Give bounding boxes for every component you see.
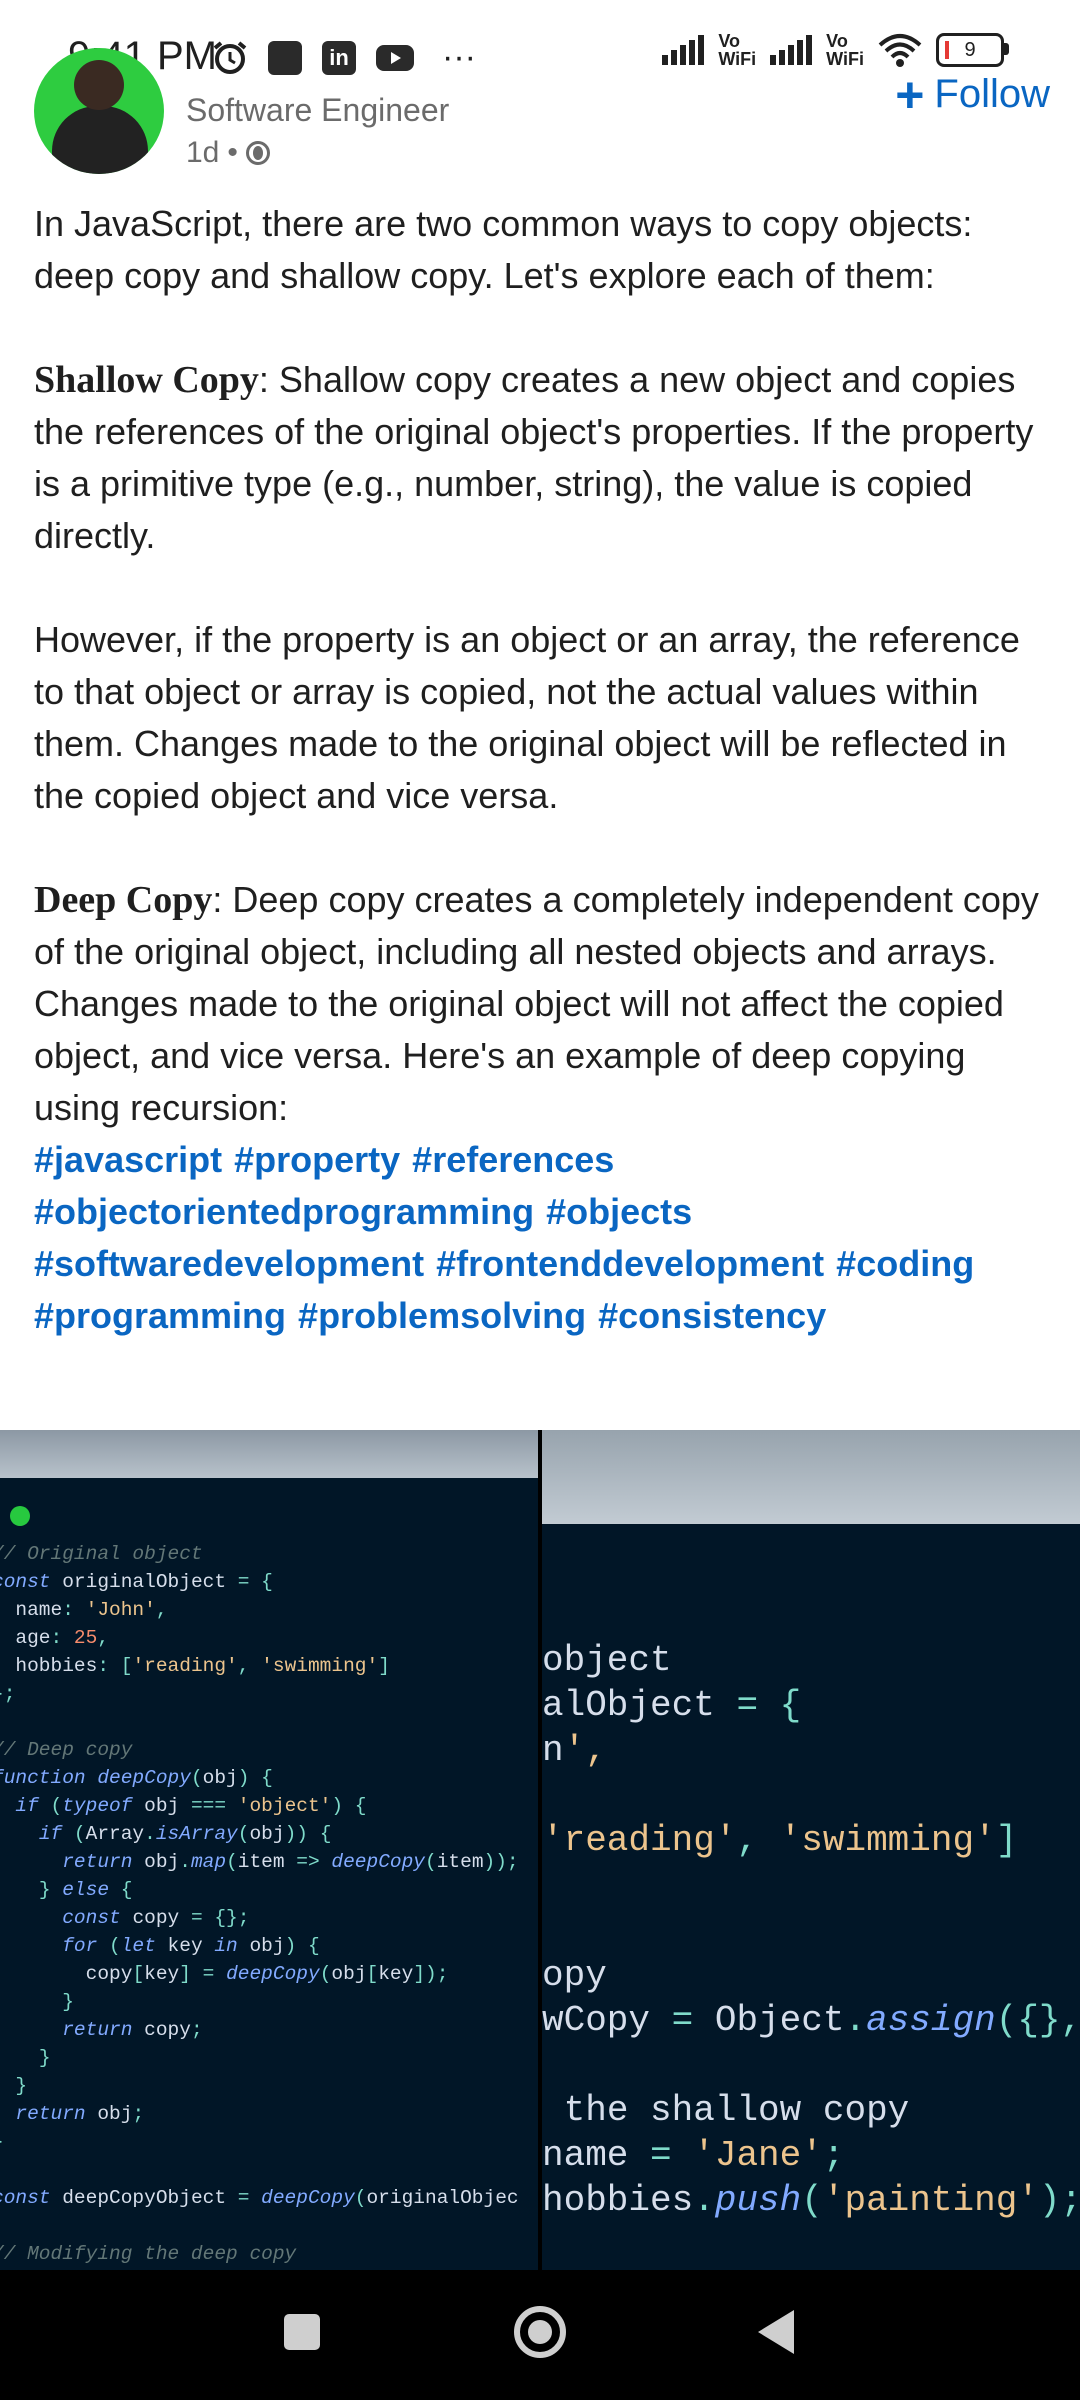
post-meta: 1d • xyxy=(186,136,270,170)
code-line: copy[key] = deepCopy(obj[key]); xyxy=(85,1963,449,1985)
code-line: return obj; xyxy=(15,2103,145,2125)
hashtag[interactable]: #frontenddevelopment xyxy=(436,1243,824,1284)
signal-icon xyxy=(662,35,705,65)
code-line: if (typeof obj === 'object') { xyxy=(15,1795,367,1817)
vowifi-label: Vo WiFi xyxy=(718,31,757,69)
code-line: } xyxy=(38,2047,51,2069)
recents-button[interactable] xyxy=(284,2314,320,2350)
code-line: const originalObject = { xyxy=(0,1571,273,1593)
code-line: const deepCopyObject = deepCopy(original… xyxy=(0,2187,519,2209)
code-line: name = 'Jane'; xyxy=(542,2135,845,2176)
signal-icon-2 xyxy=(770,35,813,65)
hashtag[interactable]: #softwaredevelopment xyxy=(34,1243,424,1284)
hashtag[interactable]: #property xyxy=(234,1139,400,1180)
code-line: hobbies: ['reading', 'swimming'] xyxy=(15,1655,390,1677)
hashtag[interactable]: #coding xyxy=(836,1243,974,1284)
meta-separator: • xyxy=(227,136,238,169)
plus-icon: + xyxy=(895,66,925,123)
navigation-bar xyxy=(0,2270,1080,2400)
code-line: alObject = { xyxy=(542,1685,802,1726)
post-shallow: Shallow Copy: Shallow copy creates a new… xyxy=(34,354,1050,562)
code-line: return obj.map(item => deepCopy(item)); xyxy=(62,1851,519,1873)
code-line: object xyxy=(542,1640,672,1681)
code-left: // Original object const originalObject =… xyxy=(0,1540,519,2268)
alarm-icon xyxy=(213,40,247,74)
more-dots-icon: ··· xyxy=(442,38,476,76)
avatar[interactable] xyxy=(34,48,164,174)
system-icons: Vo WiFi Vo WiFi 9 xyxy=(662,31,1009,69)
window-titlebar xyxy=(0,1430,538,1478)
globe-icon xyxy=(245,141,270,165)
vowifi-label-2: Vo WiFi xyxy=(826,31,864,69)
hashtag[interactable]: #problemsolving xyxy=(298,1295,586,1336)
post-intro: In JavaScript, there are two common ways… xyxy=(34,203,973,296)
code-line: function deepCopy(obj) { xyxy=(0,1767,273,1789)
hashtag[interactable]: #objects xyxy=(546,1191,692,1232)
back-button[interactable] xyxy=(758,2310,794,2354)
window-dot-icon xyxy=(10,1506,30,1526)
hashtag[interactable]: #consistency xyxy=(598,1295,826,1336)
code-line: wCopy = Object.assign({}, o xyxy=(542,2000,1080,2041)
code-line: } else { xyxy=(38,1879,133,1901)
code-line: // Modifying the deep copy xyxy=(0,2243,297,2265)
code-line: age: 25, xyxy=(15,1627,110,1649)
code-line: } xyxy=(62,1991,74,2013)
code-line: hobbies.push('painting'); xyxy=(542,2180,1080,2221)
follow-label: Follow xyxy=(934,72,1050,116)
battery-level: 9 xyxy=(964,38,976,61)
author-headline: Software Engineer xyxy=(186,92,450,128)
code-line: 'reading', 'swimming'] xyxy=(542,1820,1018,1861)
code-line: } xyxy=(0,2128,519,2156)
code-line: n', xyxy=(542,1730,607,1771)
code-line: // Original object xyxy=(0,1543,203,1565)
deep-title: Deep Copy xyxy=(34,879,213,921)
post-text: In JavaScript, there are two common ways… xyxy=(34,198,1050,1342)
code-line: const copy = {}; xyxy=(62,1907,250,1929)
hashtags: #javascript #property #references #objecto… xyxy=(34,1134,1050,1342)
app-square-icon xyxy=(268,40,302,75)
linkedin-icon: in xyxy=(322,40,356,75)
home-button[interactable] xyxy=(514,2306,566,2358)
post-however: However, if the property is an object or… xyxy=(34,619,1020,816)
wifi-icon xyxy=(878,34,922,67)
code-right: object alObject = {n', 'reading', 'swimmi… xyxy=(542,1638,1080,2223)
code-line: for (let key in obj) { xyxy=(62,1935,320,1957)
youtube-icon xyxy=(376,44,414,71)
post-time: 1d xyxy=(186,136,220,169)
shallow-title: Shallow Copy xyxy=(34,359,259,401)
code-line: the shallow copy xyxy=(563,2090,910,2131)
code-line: if (Array.isArray(obj)) { xyxy=(38,1823,332,1845)
code-line: return copy; xyxy=(62,2019,203,2041)
notification-icons: in ··· xyxy=(212,38,476,77)
code-image-left[interactable]: // Original object const originalObject =… xyxy=(0,1430,538,2270)
hashtag[interactable]: #javascript xyxy=(34,1139,222,1180)
follow-button[interactable]: + Follow xyxy=(895,66,1050,123)
code-line: opy xyxy=(542,1955,607,1996)
code-line: } xyxy=(15,2075,28,2097)
hashtag[interactable]: #objectorientedprogramming xyxy=(34,1191,534,1232)
code-line: name: 'John', xyxy=(15,1599,168,1621)
window-titlebar-right xyxy=(542,1430,1080,1524)
code-line: // Deep copy xyxy=(0,1739,133,1761)
code-line: }; xyxy=(0,1683,16,1705)
post-images: // Original object const originalObject =… xyxy=(0,1430,1080,2270)
post-deep: Deep Copy: Deep copy creates a completel… xyxy=(34,874,1050,1134)
battery-icon: 9 xyxy=(936,33,1009,67)
hashtag[interactable]: #references xyxy=(412,1139,614,1180)
code-image-right[interactable]: object alObject = {n', 'reading', 'swimmi… xyxy=(542,1430,1080,2270)
hashtag[interactable]: #programming xyxy=(34,1295,286,1336)
